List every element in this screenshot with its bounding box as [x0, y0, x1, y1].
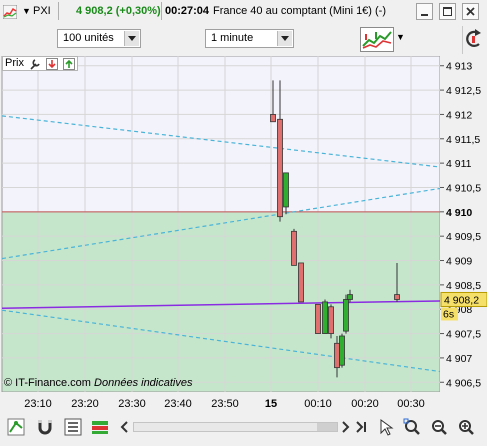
- candle[interactable]: [339, 333, 345, 368]
- countdown-label: 6s: [443, 308, 454, 320]
- scrollbar-thumb[interactable]: [317, 423, 337, 431]
- y-tick-label: 4 909: [446, 256, 472, 268]
- y-tick-label: 4 911,5: [446, 134, 480, 146]
- chart-type-icon: [362, 31, 392, 49]
- time-axis[interactable]: 23:10 23:20 23:30 23:40 23:50 15 00:10 00:20 00:…: [0, 392, 440, 412]
- candle-body: [343, 299, 349, 332]
- title-bar: ▼ PXI 4 908,2 (+0,30%) 00:27:04 France 4…: [0, 0, 487, 25]
- y-tick-label: 4 907,5: [446, 329, 481, 341]
- x-tick-label: 23:20: [71, 398, 99, 410]
- y-tick-label: 4 911: [446, 158, 472, 170]
- candle-body: [277, 118, 283, 218]
- x-tick-label: 15: [265, 398, 277, 410]
- y-tick-label: 4 910: [446, 207, 472, 219]
- x-tick-label: 00:10: [304, 398, 332, 410]
- y-tick-label: 4 906,5: [446, 377, 481, 389]
- separator: [58, 2, 59, 20]
- symbol-dropdown-icon[interactable]: ▼: [22, 6, 31, 16]
- cursor-icon[interactable]: [378, 418, 396, 436]
- candle-body: [298, 262, 304, 303]
- y-tick-label: 4 912: [446, 109, 472, 121]
- separator: [161, 2, 162, 20]
- candle-body: [347, 294, 353, 300]
- clock: 00:27:04: [165, 5, 210, 17]
- price-change: 4 908,2 (+0,30%): [76, 5, 161, 17]
- scroll-left-icon[interactable]: [118, 418, 130, 436]
- copyright-label: © IT-Finance.com: [4, 377, 91, 389]
- chevron-down-icon[interactable]: [124, 31, 139, 46]
- maximize-button[interactable]: [439, 3, 456, 20]
- close-icon: [466, 7, 475, 16]
- period-select[interactable]: 1 minute: [205, 29, 294, 48]
- symbol-label: PXI: [33, 5, 51, 17]
- units-select[interactable]: 100 unités: [57, 29, 141, 48]
- candle-body: [339, 335, 345, 366]
- candle-body: [394, 294, 400, 300]
- chart-type-button[interactable]: [360, 27, 394, 52]
- price-chart[interactable]: 4 913 4 912,5 4 912 4 911,5 4 911 4 910,5 4 91…: [0, 56, 487, 411]
- candle-body: [328, 306, 334, 334]
- y-tick-label: 4 908,5: [446, 280, 481, 292]
- y-tick-label: 4 909,5: [446, 231, 481, 243]
- y-tick-label: 4 907: [446, 353, 472, 365]
- minimize-button[interactable]: [416, 3, 433, 20]
- horizontal-scrollbar[interactable]: [133, 422, 338, 432]
- y-tick-label: 4 912,5: [446, 85, 481, 97]
- current-price-label: 4 908,2: [444, 294, 479, 306]
- zoom-area-icon[interactable]: [403, 418, 421, 436]
- maximize-icon: [443, 7, 452, 16]
- candle[interactable]: [298, 262, 304, 303]
- candle[interactable]: [328, 304, 334, 339]
- candle[interactable]: [343, 294, 349, 334]
- candle-body: [291, 230, 297, 266]
- chart-canvas[interactable]: 4 913 4 912,5 4 912 4 911,5 4 911 4 910,5 4 91…: [0, 56, 487, 411]
- orders-icon[interactable]: [91, 418, 109, 436]
- x-tick-label: 23:50: [211, 398, 239, 410]
- time-axis-canvas: 23:10 23:20 23:30 23:40 23:50 15 00:10 00:20 00:…: [24, 398, 425, 410]
- scroll-end-icon[interactable]: [354, 418, 368, 436]
- chevron-down-icon[interactable]: [277, 31, 292, 46]
- panel-title-label: Prix: [5, 57, 24, 69]
- refresh-icon: [466, 29, 481, 47]
- period-select-value: 1 minute: [211, 32, 254, 44]
- move-down-icon[interactable]: [46, 58, 58, 70]
- move-up-icon[interactable]: [63, 58, 75, 70]
- x-tick-label: 23:40: [164, 398, 192, 410]
- x-tick-label: 00:20: [351, 398, 379, 410]
- candle-body: [283, 172, 289, 208]
- candle-body: [322, 301, 328, 334]
- upper-zone: [2, 56, 440, 212]
- zoom-in-icon[interactable]: [457, 418, 475, 436]
- instrument-name: France 40 au comptant (Mini 1€) (-): [213, 5, 387, 17]
- candle-body: [315, 303, 321, 334]
- x-tick-label: 23:30: [118, 398, 146, 410]
- list-icon[interactable]: [64, 418, 82, 436]
- candle-body: [270, 114, 276, 123]
- candle-body: [334, 342, 340, 369]
- chart-type-dropdown[interactable]: ▼: [396, 31, 408, 47]
- x-tick-label: 00:30: [397, 398, 425, 410]
- y-tick-label: 4 913: [446, 61, 472, 73]
- copyright-notice: © IT-Finance.com Données indicatives: [4, 377, 192, 389]
- magnet-icon[interactable]: [36, 418, 54, 436]
- chevron-down-icon: ▼: [396, 32, 405, 42]
- toolbar: 100 unités 1 minute ▼: [0, 24, 487, 56]
- minimize-icon: [421, 14, 428, 16]
- side-panel-toggle[interactable]: [462, 26, 487, 54]
- units-select-value: 100 unités: [63, 32, 114, 44]
- candle[interactable]: [315, 303, 321, 334]
- candle[interactable]: [322, 299, 328, 334]
- panel-title[interactable]: Prix: [2, 56, 78, 71]
- disclaimer-label: Données indicatives: [94, 377, 193, 389]
- x-tick-label: 23:10: [24, 398, 52, 410]
- close-button[interactable]: [462, 3, 479, 20]
- app-icon: [3, 5, 17, 19]
- wrench-icon[interactable]: [29, 58, 42, 70]
- drawing-tools-icon[interactable]: [7, 418, 25, 436]
- y-tick-label: 4 910,5: [446, 182, 481, 194]
- scroll-right-icon[interactable]: [340, 418, 352, 436]
- zoom-out-icon[interactable]: [430, 418, 448, 436]
- candle[interactable]: [291, 228, 297, 266]
